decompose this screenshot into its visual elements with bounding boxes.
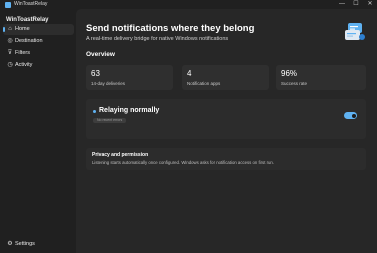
stat-caption: Notification apps [187,81,221,86]
stat-card-deliveries: 63 14-day deliveries [86,65,173,90]
stat-caption: 14-day deliveries [91,81,126,86]
relay-toggle[interactable] [344,112,357,119]
sidebar-item-activity[interactable]: ◷ Activity [3,60,74,71]
sidebar-item-label: Activity [15,62,33,68]
sidebar-item-label: Filters [15,50,30,56]
window-title: WinToastRelay [14,1,48,7]
close-button[interactable]: ✕ [363,0,377,9]
relay-status-title: Relaying normally [99,107,160,114]
title-bar: WinToastRelay — ☐ ✕ [0,0,377,9]
minimize-button[interactable]: — [335,0,349,9]
sidebar-item-filters[interactable]: ⊽ Filters [3,48,74,59]
sidebar-item-settings[interactable]: ⚙ Settings [3,239,74,250]
status-badge: No recent errors [93,118,127,123]
sidebar: WinToastRelay ⌂ Home ◎ Destination ⊽ Fil… [0,9,76,253]
sidebar-item-home[interactable]: ⌂ Home [3,24,74,35]
stat-value: 96% [281,69,298,78]
stat-caption: Success rate [281,81,308,86]
privacy-card: Privacy and permission Listening starts … [86,148,366,170]
main-content: Send notifications where they belong A r… [76,9,377,253]
sidebar-brand: WinToastRelay [6,17,49,23]
relay-status-card: Relaying normally No recent errors [86,99,366,139]
filter-icon: ⊽ [7,50,13,56]
app-icon [5,2,11,8]
stat-card-success: 96% Success rate [276,65,366,90]
privacy-body: Listening starts automatically once conf… [92,160,274,165]
privacy-title: Privacy and permission [92,152,149,158]
stat-value: 4 [187,69,192,78]
page-title: Send notifications where they belong [86,23,255,34]
sidebar-item-destination[interactable]: ◎ Destination [3,36,74,47]
home-icon: ⌂ [8,26,12,32]
sidebar-item-label: Settings [15,241,35,247]
stat-card-apps: 4 Notification apps [182,65,269,90]
toggle-knob [351,113,356,118]
sidebar-item-label: Destination [15,38,43,44]
activity-icon: ◷ [7,62,13,68]
maximize-button[interactable]: ☐ [349,0,363,9]
globe-icon: ◎ [7,38,13,44]
stat-value: 63 [91,69,100,78]
gear-icon: ⚙ [7,241,13,247]
sidebar-item-label: Home [15,26,30,32]
overview-heading: Overview [86,51,115,58]
notification-relay-icon [345,23,365,40]
status-dot-icon [93,110,96,113]
active-indicator [3,27,5,32]
page-subtitle: A real-time delivery bridge for native W… [86,36,229,42]
